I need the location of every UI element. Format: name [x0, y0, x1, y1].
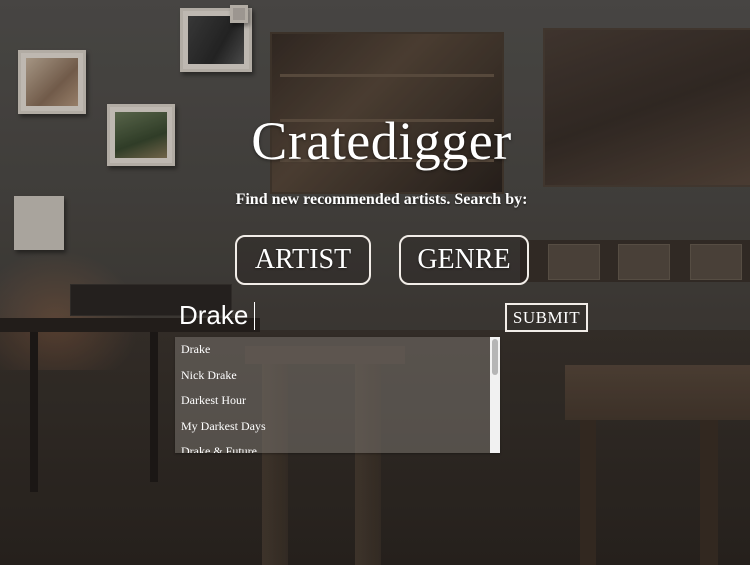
search-input[interactable]	[175, 297, 475, 333]
app-screen: Cratedigger Find new recommended artists…	[0, 0, 750, 565]
submit-button[interactable]: SUBMIT	[505, 303, 588, 332]
autocomplete-item[interactable]: Drake & Future	[175, 439, 490, 453]
autocomplete-item[interactable]: Nick Drake	[175, 363, 490, 389]
text-caret	[254, 302, 255, 330]
artist-search-button[interactable]: ARTIST	[235, 235, 371, 285]
autocomplete-dropdown: Drake Nick Drake Darkest Hour My Darkest…	[175, 337, 500, 453]
app-title: Cratedigger	[251, 111, 512, 171]
scrollbar-thumb[interactable]	[492, 339, 498, 375]
autocomplete-list: Drake Nick Drake Darkest Hour My Darkest…	[175, 337, 490, 453]
app-subtitle: Find new recommended artists. Search by:	[235, 191, 528, 208]
genre-search-button[interactable]: GENRE	[399, 235, 529, 285]
autocomplete-item[interactable]: Drake	[175, 337, 490, 363]
autocomplete-item[interactable]: My Darkest Days	[175, 414, 490, 440]
autocomplete-item[interactable]: Darkest Hour	[175, 388, 490, 414]
dropdown-scrollbar[interactable]	[490, 337, 500, 453]
background-photo	[0, 0, 750, 565]
